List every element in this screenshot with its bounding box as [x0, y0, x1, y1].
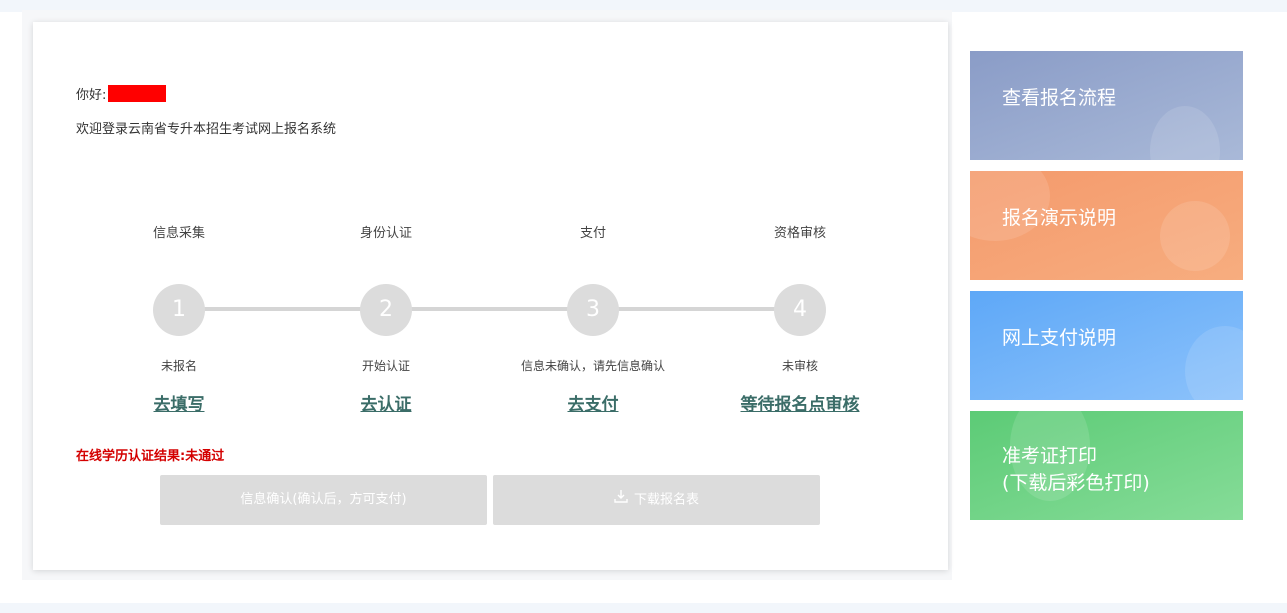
decor-shape: [1160, 201, 1230, 271]
view-registration-process-link[interactable]: 查看报名流程: [970, 51, 1243, 160]
step-circle-4: 4: [774, 284, 826, 336]
verification-result: 在线学历认证结果:未通过: [76, 449, 225, 464]
step-title-3: 支付: [579, 226, 606, 241]
registration-demo-link[interactable]: 报名演示说明: [970, 171, 1243, 280]
online-payment-guide-link[interactable]: 网上支付说明: [970, 291, 1243, 400]
step-title-1: 信息采集: [152, 226, 205, 241]
greeting-prefix: 你好:: [76, 88, 107, 103]
side-link-label-3: 网上支付说明: [1002, 327, 1117, 349]
decor-shape: [1185, 326, 1243, 400]
fill-form-link[interactable]: 去填写: [79, 390, 279, 415]
download-icon: [614, 475, 628, 525]
confirm-info-button[interactable]: 信息确认(确认后，方可支付): [160, 475, 487, 525]
step-status-4: 未审核: [781, 359, 818, 373]
step-status-3: 信息未确认，请先信息确认: [520, 359, 665, 373]
bottom-band: [0, 603, 1287, 613]
admission-ticket-print-link[interactable]: 准考证打印 (下载后彩色打印): [970, 411, 1243, 520]
progress-track: [179, 307, 800, 311]
side-link-label-4a: 准考证打印: [1002, 445, 1098, 467]
step-status-1: 未报名: [160, 359, 197, 373]
download-form-button[interactable]: 下载报名表: [493, 475, 820, 525]
download-form-label: 下载报名表: [633, 492, 699, 508]
step-title-4: 资格审核: [773, 226, 826, 241]
verify-identity-link[interactable]: 去认证: [286, 390, 486, 415]
registration-card: 你好: 欢迎登录云南省专升本招生考试网上报名系统 信息采集 身份认证 支付 资格…: [33, 22, 948, 570]
side-link-label-2: 报名演示说明: [1002, 207, 1117, 229]
step-circle-1: 1: [153, 284, 205, 336]
redacted-username: [108, 85, 167, 102]
step-title-2: 身份认证: [359, 226, 412, 241]
step-status-2: 开始认证: [361, 359, 410, 373]
greeting: 你好:: [76, 84, 167, 103]
side-link-label-4b: (下载后彩色打印): [1002, 472, 1150, 494]
side-link-label-4: 准考证打印 (下载后彩色打印): [1002, 443, 1150, 497]
await-review-link[interactable]: 等待报名点审核: [700, 390, 900, 415]
step-circle-3: 3: [567, 284, 619, 336]
pay-link[interactable]: 去支付: [493, 390, 693, 415]
decor-shape: [1150, 106, 1220, 160]
step-circle-2: 2: [360, 284, 412, 336]
welcome-text: 欢迎登录云南省专升本招生考试网上报名系统: [76, 122, 337, 137]
side-link-label-1: 查看报名流程: [1002, 87, 1117, 109]
